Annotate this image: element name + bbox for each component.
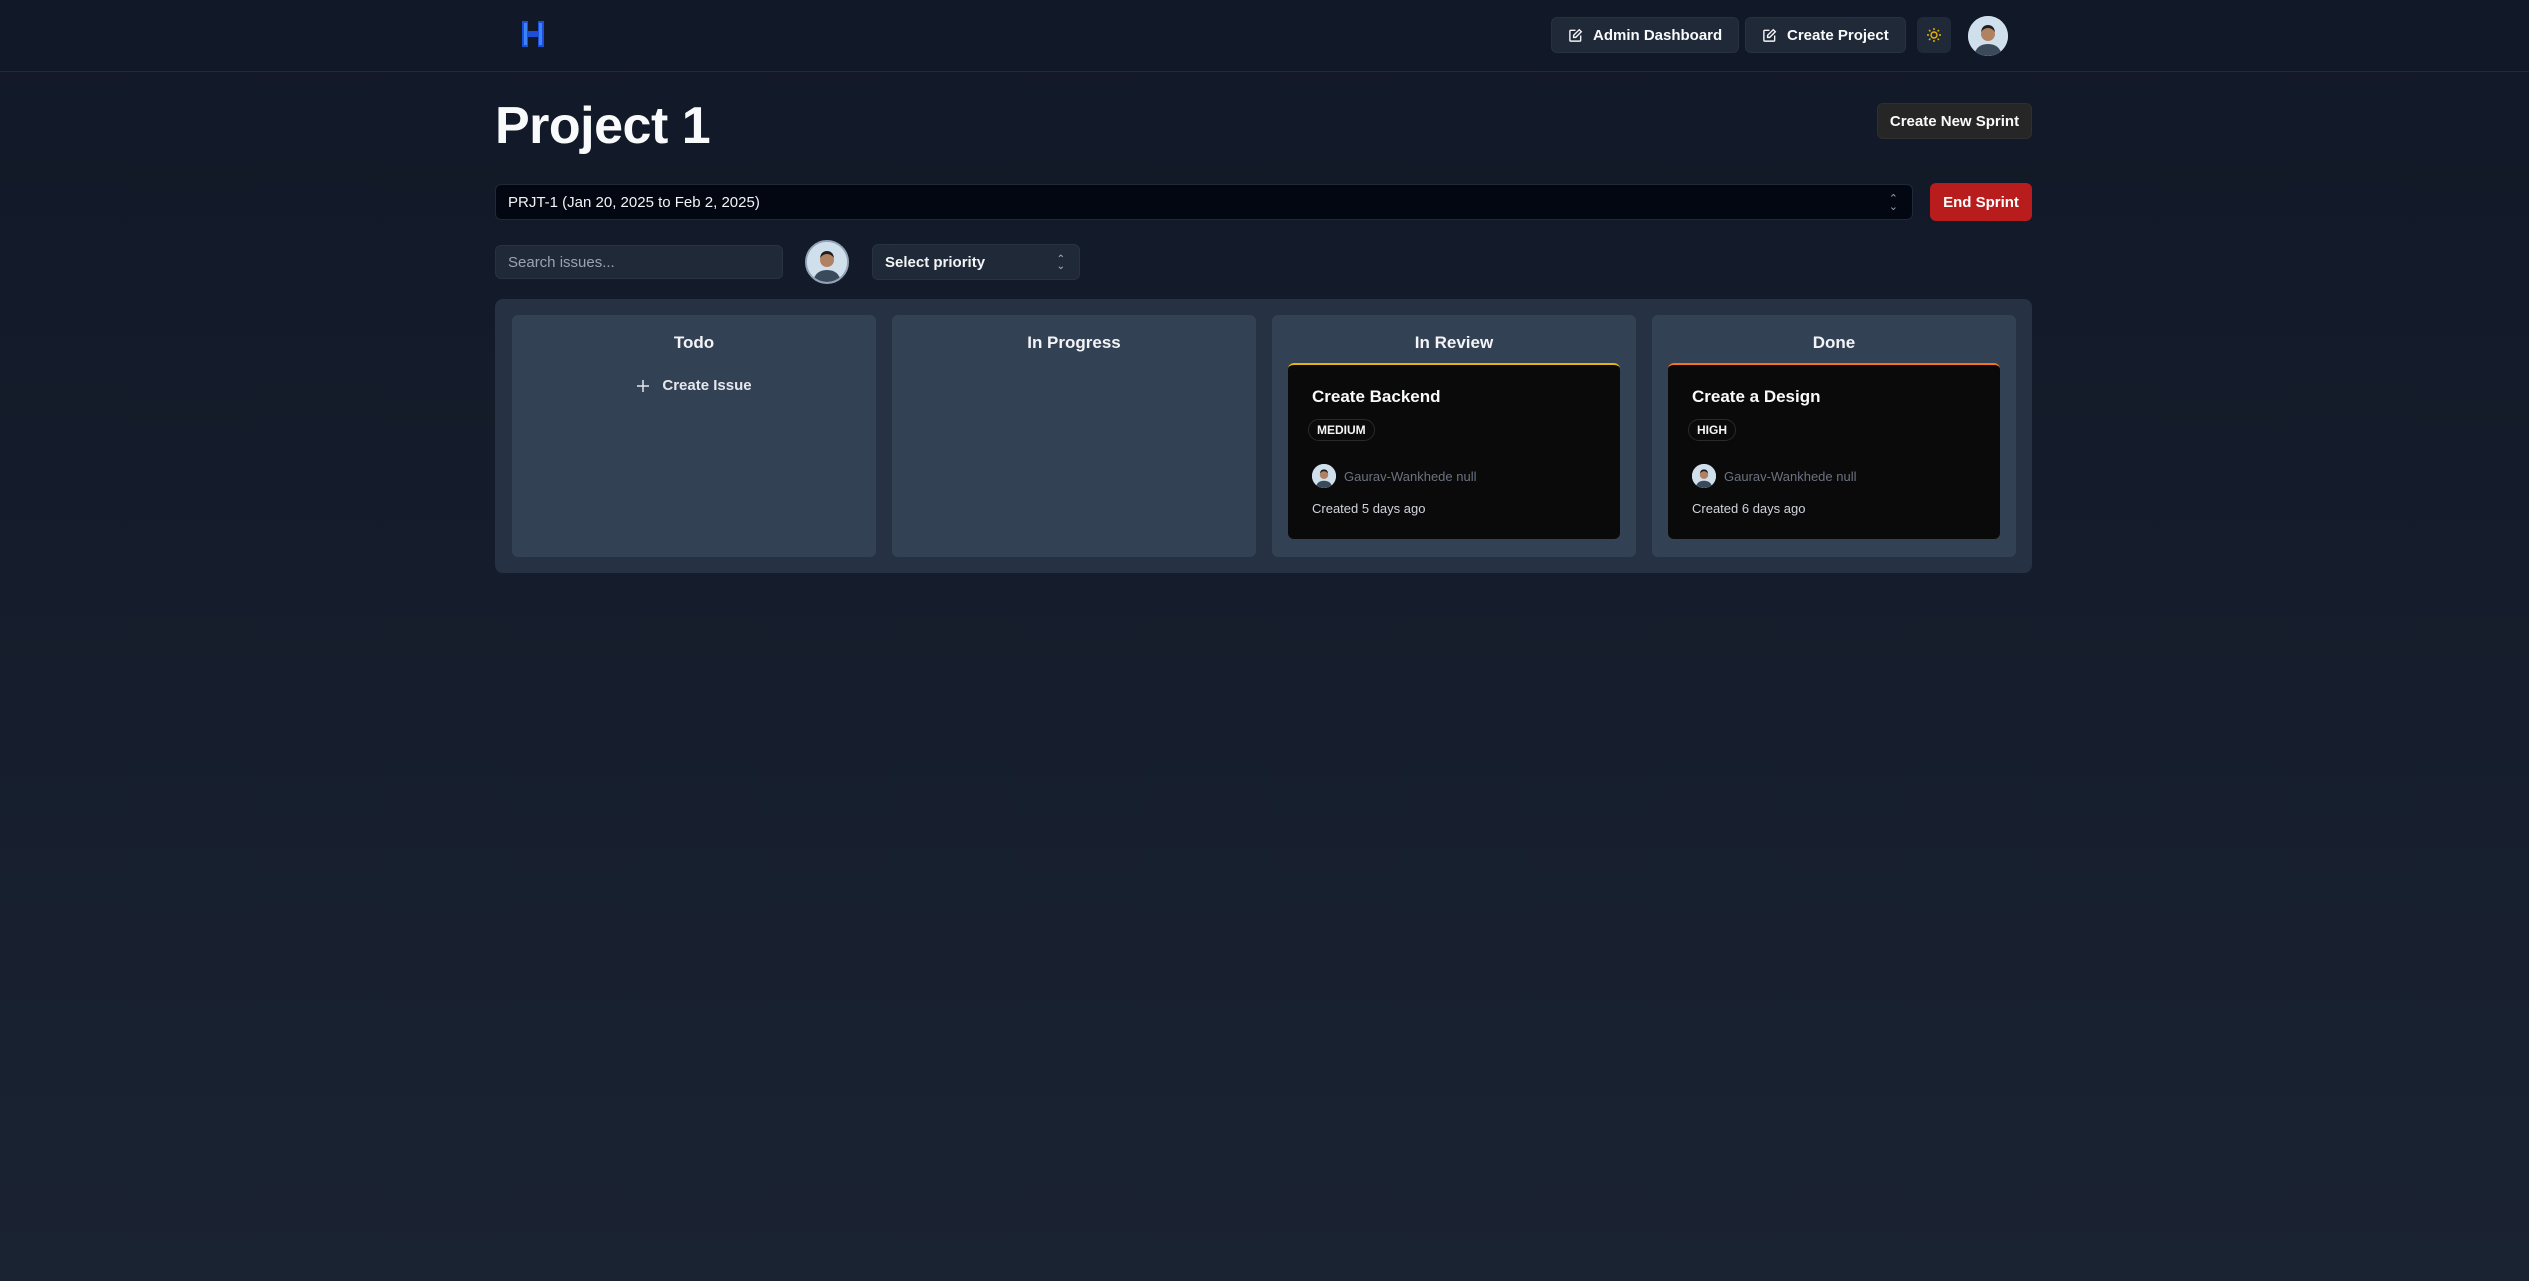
create-project-button[interactable]: Create Project [1745,17,1906,53]
create-issue-button[interactable]: Create Issue [512,377,876,394]
create-issue-label: Create Issue [662,377,752,394]
create-new-sprint-button[interactable]: Create New Sprint [1877,103,2032,139]
issue-title: Create a Design [1692,387,1821,406]
end-sprint-button[interactable]: End Sprint [1930,183,2032,221]
admin-dashboard-label: Admin Dashboard [1593,26,1723,44]
issue-created-time: Created 6 days ago [1692,501,1806,516]
priority-select-label: Select priority [885,253,986,271]
search-input[interactable] [495,245,783,279]
plus-icon [637,379,650,392]
column-done[interactable]: Done Create a Design HIGH Gaurav-Wankhed… [1652,315,2016,557]
sun-icon [1927,28,1941,42]
sprint-select[interactable]: PRJT-1 (Jan 20, 2025 to Feb 2, 2025) ⌃ ⌄ [495,184,1913,220]
priority-badge: MEDIUM [1308,419,1375,441]
issue-card[interactable]: Create a Design HIGH Gaurav-Wankhede nul… [1668,363,2000,539]
column-todo[interactable]: Todo Create Issue [512,315,876,557]
column-in-progress[interactable]: In Progress [892,315,1256,557]
chevron-up-down-icon: ⌃ ⌄ [1888,193,1898,213]
top-nav-bar: Admin Dashboard Create Project [0,0,2529,72]
edit-icon [1569,28,1583,42]
priority-badge: HIGH [1688,419,1736,441]
edit-icon [1763,28,1777,42]
assignee-name: Gaurav-Wankhede null [1724,468,1857,484]
column-title: In Review [1414,333,1494,352]
issue-card[interactable]: Create Backend MEDIUM Gaurav-Wankhede nu… [1288,363,1620,539]
issue-title: Create Backend [1312,387,1441,406]
page-title: Project 1 [495,97,711,155]
admin-dashboard-button[interactable]: Admin Dashboard [1551,17,1740,53]
priority-select[interactable]: Select priority ⌃ ⌄ [872,244,1080,280]
issue-assignee: Gaurav-Wankhede null [1312,464,1476,488]
assignee-avatar [1692,464,1716,488]
user-avatar[interactable] [1968,16,2008,56]
sprint-select-value: PRJT-1 (Jan 20, 2025 to Feb 2, 2025) [508,193,760,211]
assignee-name: Gaurav-Wankhede null [1344,468,1477,484]
column-in-review[interactable]: In Review Create Backend MEDIUM Gaurav-W… [1272,315,1636,557]
issue-created-time: Created 5 days ago [1312,501,1426,516]
column-title: Done [1812,333,1856,352]
theme-toggle-button[interactable] [1917,17,1951,53]
assignee-filter-avatar[interactable] [805,240,849,284]
column-title: Todo [673,333,715,352]
create-project-label: Create Project [1787,26,1889,44]
app-logo-icon[interactable] [520,18,546,50]
issue-assignee: Gaurav-Wankhede null [1692,464,1856,488]
assignee-avatar [1312,464,1336,488]
column-title: In Progress [1027,333,1121,352]
chevron-up-down-icon: ⌃ ⌄ [1056,254,1065,272]
